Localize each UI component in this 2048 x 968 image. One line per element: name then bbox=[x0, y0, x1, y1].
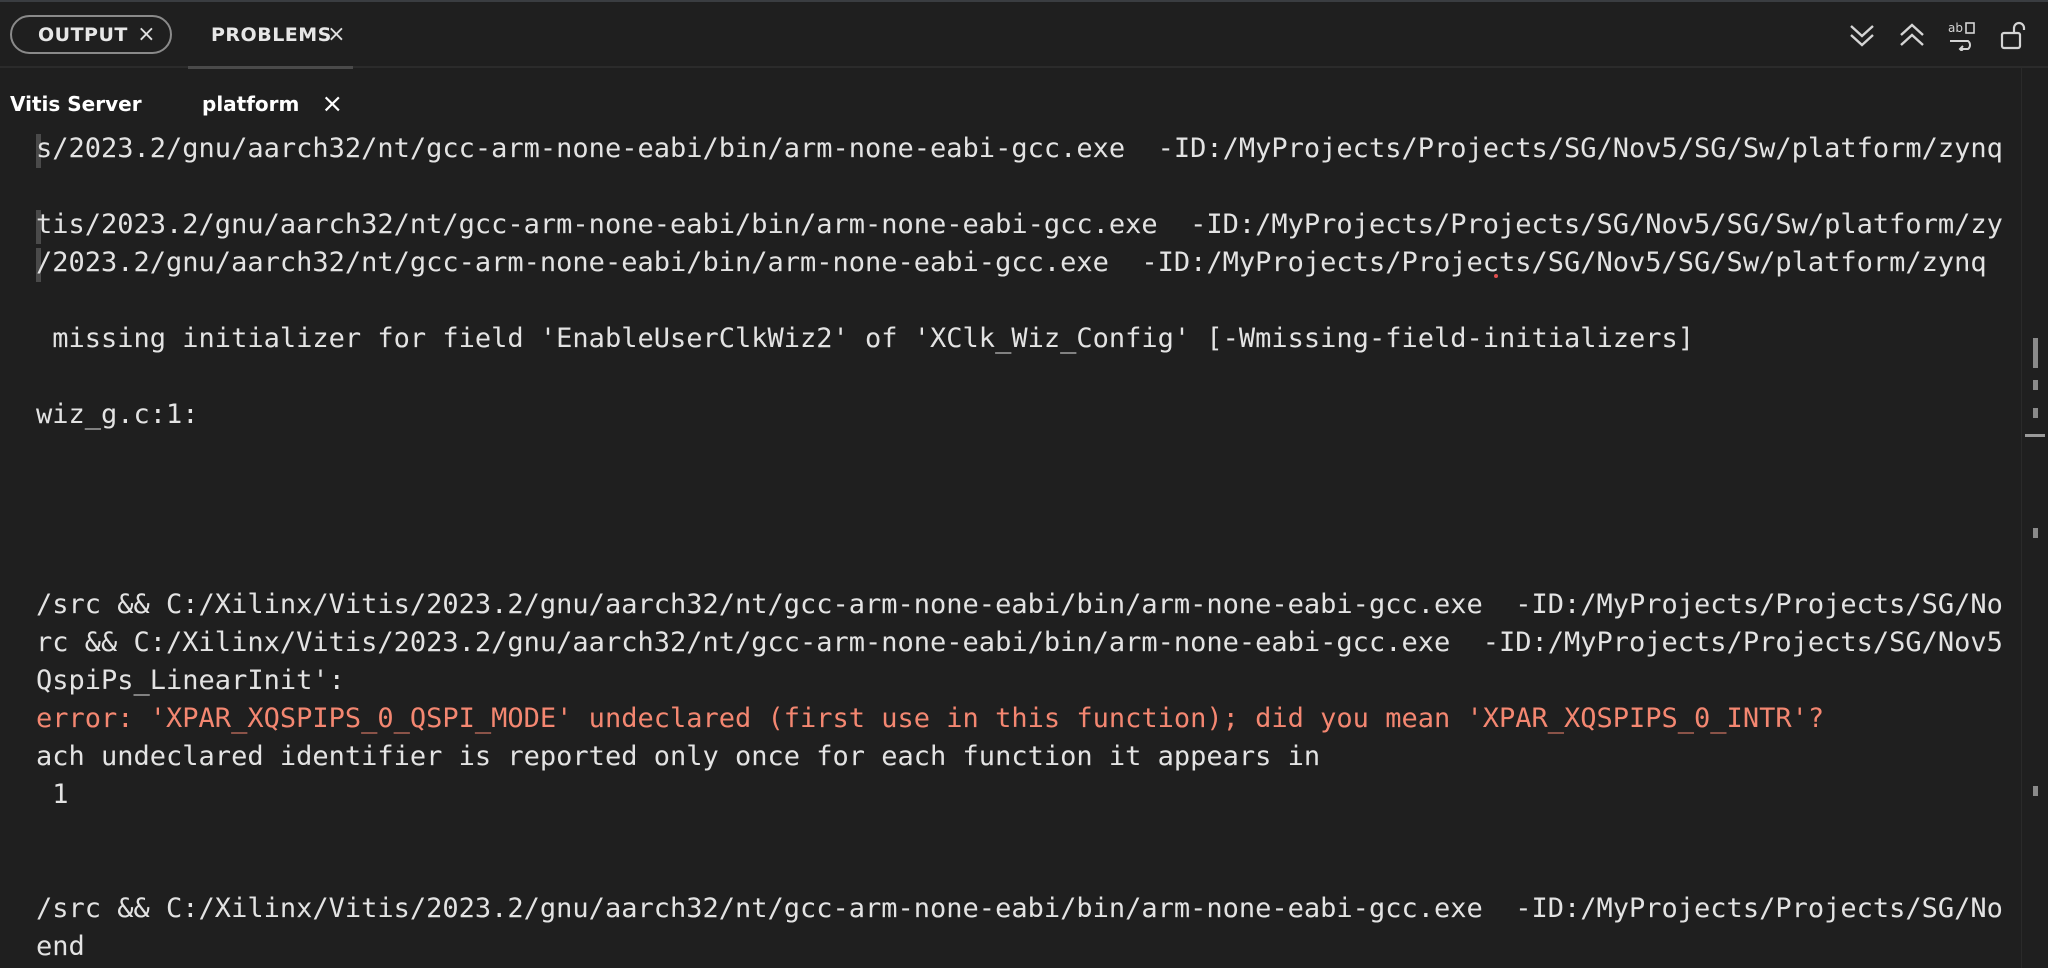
collapse-all-button[interactable] bbox=[1844, 17, 1880, 53]
log-line: /src && C:/Xilinx/Vitis/2023.2/gnu/aarch… bbox=[36, 589, 2003, 620]
ruler-mark bbox=[2033, 786, 2038, 796]
tab-vitis-server[interactable]: Vitis Server bbox=[10, 86, 142, 122]
ruler-position-marker bbox=[2025, 434, 2045, 437]
lock-icon bbox=[2000, 21, 2026, 50]
log-line: missing initializer for field 'EnableUse… bbox=[36, 323, 1695, 354]
collapse-all-icon bbox=[1850, 25, 1874, 47]
close-icon[interactable]: × bbox=[137, 22, 156, 47]
tab-underline bbox=[188, 66, 353, 69]
log-line: /src && C:/Xilinx/Vitis/2023.2/gnu/aarch… bbox=[36, 893, 2003, 924]
overview-ruler[interactable] bbox=[2021, 68, 2048, 968]
expand-all-icon bbox=[1900, 23, 1924, 46]
ruler-mark bbox=[2033, 528, 2038, 538]
log-line: wiz_g.c:1: bbox=[36, 399, 199, 430]
panel-toolbar: ab bbox=[1844, 17, 2030, 53]
word-wrap-button[interactable]: ab bbox=[1944, 17, 1980, 53]
log-line: end bbox=[36, 931, 85, 962]
output-log[interactable]: s/2023.2/gnu/aarch32/nt/gcc-arm-none-eab… bbox=[0, 130, 2024, 968]
expand-all-button[interactable] bbox=[1894, 17, 1930, 53]
log-line: 1 bbox=[36, 779, 69, 810]
error-line: error: 'XPAR_XQSPIPS_0_QSPI_MODE' undecl… bbox=[36, 703, 1825, 734]
output-panel: OUTPUT × PROBLEMS × ab Vitis Server plat… bbox=[0, 0, 2048, 968]
tab-platform[interactable]: platform × bbox=[202, 86, 343, 122]
ruler-mark bbox=[2033, 338, 2038, 368]
ruler-mark bbox=[2033, 380, 2038, 390]
log-line: s/2023.2/gnu/aarch32/nt/gcc-arm-none-eab… bbox=[36, 133, 2003, 164]
word-wrap-icon: ab bbox=[1948, 21, 1975, 51]
svg-text:ab: ab bbox=[1948, 21, 1963, 35]
lock-scroll-button[interactable] bbox=[1994, 17, 2030, 53]
tab-output-label: OUTPUT bbox=[38, 23, 128, 46]
tab-platform-label: platform bbox=[202, 92, 300, 116]
tab-problems-label: PROBLEMS bbox=[211, 23, 332, 46]
tab-output[interactable]: OUTPUT × bbox=[10, 15, 172, 54]
log-line: tis/2023.2/gnu/aarch32/nt/gcc-arm-none-e… bbox=[36, 209, 2003, 240]
log-line: ach undeclared identifier is reported on… bbox=[36, 741, 1321, 772]
output-channel-tabs: Vitis Server platform × bbox=[0, 86, 2048, 122]
log-line: /2023.2/gnu/aarch32/nt/gcc-arm-none-eabi… bbox=[36, 247, 1987, 278]
log-line: rc && C:/Xilinx/Vitis/2023.2/gnu/aarch32… bbox=[36, 627, 2003, 658]
log-line: QspiPs_LinearInit': bbox=[36, 665, 345, 696]
close-icon[interactable]: × bbox=[327, 22, 346, 47]
panel-tab-bar: OUTPUT × PROBLEMS × ab bbox=[0, 2, 2048, 68]
ruler-mark bbox=[2033, 408, 2038, 418]
tab-vitis-server-label: Vitis Server bbox=[10, 92, 142, 116]
close-icon[interactable]: × bbox=[321, 89, 343, 119]
tab-problems[interactable]: PROBLEMS × bbox=[188, 15, 356, 54]
